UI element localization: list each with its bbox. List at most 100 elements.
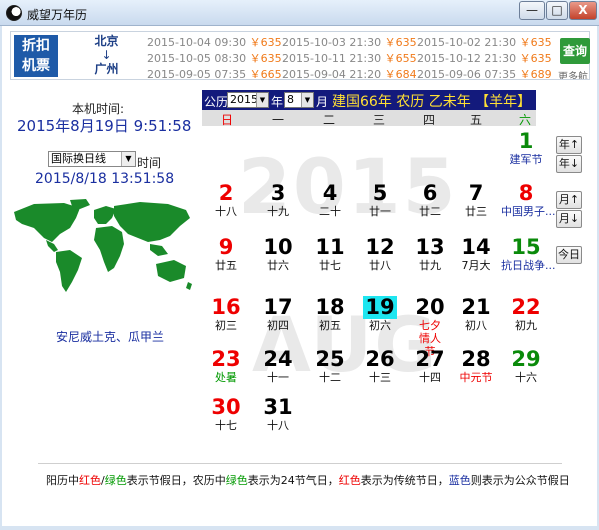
- day-cell[interactable]: 21 初八: [451, 295, 501, 333]
- lunar-day: 建军节: [509, 153, 543, 166]
- fare-item[interactable]: 2015-09-04 21:20 ￥684: [282, 66, 417, 78]
- day-cell[interactable]: 1 建军节: [501, 130, 551, 167]
- fare-item[interactable]: 2015-10-03 21:30 ￥635: [282, 34, 417, 50]
- close-button[interactable]: X: [569, 1, 597, 20]
- discount-ticket-badge[interactable]: 折扣 机票: [14, 35, 58, 77]
- lunar-day: 廿二: [419, 205, 441, 218]
- fare-item[interactable]: 2015-10-02 21:30 ￥635: [417, 34, 552, 50]
- dropdown-arrow-icon[interactable]: ▼: [301, 93, 313, 107]
- day-number: 20: [415, 295, 445, 319]
- fare-item[interactable]: 2015-10-04 09:30 ￥635: [147, 34, 282, 50]
- fare-item[interactable]: 2015-09-06 07:35 ￥689: [417, 66, 552, 78]
- dropdown-arrow-icon[interactable]: ▼: [121, 152, 135, 166]
- lunar-day: 十六: [515, 371, 537, 384]
- month-down-button[interactable]: 月↓: [556, 210, 582, 228]
- day-cell[interactable]: 26 十三: [355, 348, 405, 385]
- fare-time: 2015-09-06 07:35: [417, 68, 517, 78]
- year-up-button[interactable]: 年↑: [556, 136, 582, 154]
- timezone-select[interactable]: 国际换日线 ▼: [48, 151, 136, 167]
- fare-price: ￥635: [249, 52, 282, 65]
- lunar-day: 十九: [267, 205, 289, 218]
- north-america: [14, 203, 80, 242]
- fare-time: 2015-10-03 21:30: [282, 36, 382, 49]
- day-cell[interactable]: 5 廿一: [355, 182, 405, 219]
- day-cell[interactable]: 2 十八: [201, 182, 251, 219]
- fare-row: 2015-10-05 08:30 ￥6352015-10-11 21:30 ￥6…: [147, 50, 553, 66]
- day-cell[interactable]: 28 中元节: [451, 348, 501, 385]
- legend-red: 红色: [338, 474, 361, 487]
- year-select[interactable]: 2015 ▼: [227, 92, 269, 108]
- weekday-sun: 日: [220, 113, 233, 127]
- flight-route[interactable]: 北京 ↓ 广州: [69, 34, 144, 78]
- day-number: 3: [270, 181, 286, 205]
- day-cell[interactable]: 15 抗日战争...: [501, 236, 556, 273]
- day-cell[interactable]: 18 初五: [305, 296, 355, 333]
- legend-green: 绿色: [104, 474, 127, 487]
- lunar-day: 初三: [215, 319, 237, 332]
- query-button[interactable]: 查询: [560, 38, 590, 64]
- fare-time: 2015-10-05 08:30: [147, 52, 247, 65]
- day-number: 16: [211, 295, 241, 319]
- day-cell[interactable]: 17 初四: [253, 296, 303, 333]
- more-flights-link[interactable]: 更多航: [558, 68, 590, 79]
- dropdown-arrow-icon[interactable]: ▼: [256, 93, 268, 107]
- day-cell[interactable]: 10 廿六: [253, 236, 303, 273]
- lunar-day: 十一: [267, 371, 289, 384]
- day-cell[interactable]: 30 十七: [201, 396, 251, 433]
- map-landmass: [14, 199, 192, 292]
- day-cell[interactable]: 14 7月大: [451, 236, 501, 273]
- day-cell[interactable]: 9 廿五: [201, 235, 251, 273]
- europe: [94, 206, 116, 224]
- today-button[interactable]: 今日: [556, 246, 582, 264]
- lunar-day: 7月大: [461, 259, 491, 272]
- day-number: 9: [218, 235, 234, 259]
- day-cell[interactable]: 7 廿三: [451, 182, 501, 219]
- legend-text: 表示为24节气日，: [247, 474, 339, 487]
- day-cell[interactable]: 24 十一: [253, 348, 303, 385]
- day-cell[interactable]: 16 初三: [201, 295, 251, 333]
- badge-line-2: 机票: [22, 58, 50, 74]
- day-cell[interactable]: 27 十四: [405, 347, 455, 385]
- window-title: 威望万年历: [27, 8, 88, 22]
- fare-price: ￥655: [384, 52, 417, 65]
- lunar-day: 处暑: [215, 371, 237, 384]
- fare-item[interactable]: 2015-10-12 21:30 ￥635: [417, 50, 552, 66]
- day-cell[interactable]: 29 十六: [501, 347, 551, 385]
- fare-item[interactable]: 2015-10-05 08:30 ￥635: [147, 50, 282, 66]
- fare-price: ￥635: [519, 52, 552, 65]
- lunar-day: 廿三: [465, 205, 487, 218]
- world-map[interactable]: [10, 198, 196, 298]
- south-america: [56, 250, 82, 292]
- day-cell[interactable]: 11 廿七: [305, 236, 355, 273]
- day-cell[interactable]: 19 初六: [355, 296, 405, 332]
- day-cell[interactable]: 12 廿八: [355, 236, 405, 273]
- month-select[interactable]: 8 ▼: [284, 92, 314, 108]
- lunar-day: 初八: [465, 319, 487, 332]
- day-number: 21: [461, 295, 491, 319]
- minimize-button[interactable]: —: [519, 1, 545, 20]
- year-down-button[interactable]: 年↓: [556, 155, 582, 173]
- day-cell[interactable]: 31 十八: [253, 396, 303, 433]
- lunar-day: 十八: [215, 205, 237, 218]
- day-cell[interactable]: 3 十九: [253, 181, 303, 219]
- day-cell[interactable]: 25 十二: [305, 348, 355, 385]
- fare-price: ￥665: [249, 68, 282, 78]
- fare-item[interactable]: 2015-10-11 21:30 ￥655: [282, 50, 417, 66]
- day-cell[interactable]: 4 二十: [305, 182, 355, 219]
- fare-row: 2015-10-04 09:30 ￥6352015-10-03 21:30 ￥6…: [147, 34, 553, 50]
- day-cell[interactable]: 23 处暑: [201, 348, 251, 385]
- day-cell[interactable]: 22 初九: [501, 295, 551, 333]
- month-up-button[interactable]: 月↑: [556, 191, 582, 209]
- maximize-button[interactable]: □: [546, 1, 568, 20]
- title-bar: 威望万年历 — □ X: [0, 0, 599, 26]
- day-number: 27: [415, 347, 445, 371]
- fare-price: ￥689: [519, 68, 552, 78]
- day-number: 22: [511, 295, 541, 319]
- day-cell[interactable]: 8 中国男子...: [501, 182, 556, 219]
- day-cell[interactable]: 13 廿九: [405, 236, 455, 273]
- day-number: 29: [511, 347, 541, 371]
- ticket-banner[interactable]: 折扣 机票 北京 ↓ 广州 2015-10-04 09:30 ￥6352015-…: [10, 31, 590, 80]
- legend-text: 阳历中: [46, 474, 79, 487]
- day-cell[interactable]: 6 廿二: [405, 182, 455, 219]
- fare-item[interactable]: 2015-09-05 07:35 ￥665: [147, 66, 282, 78]
